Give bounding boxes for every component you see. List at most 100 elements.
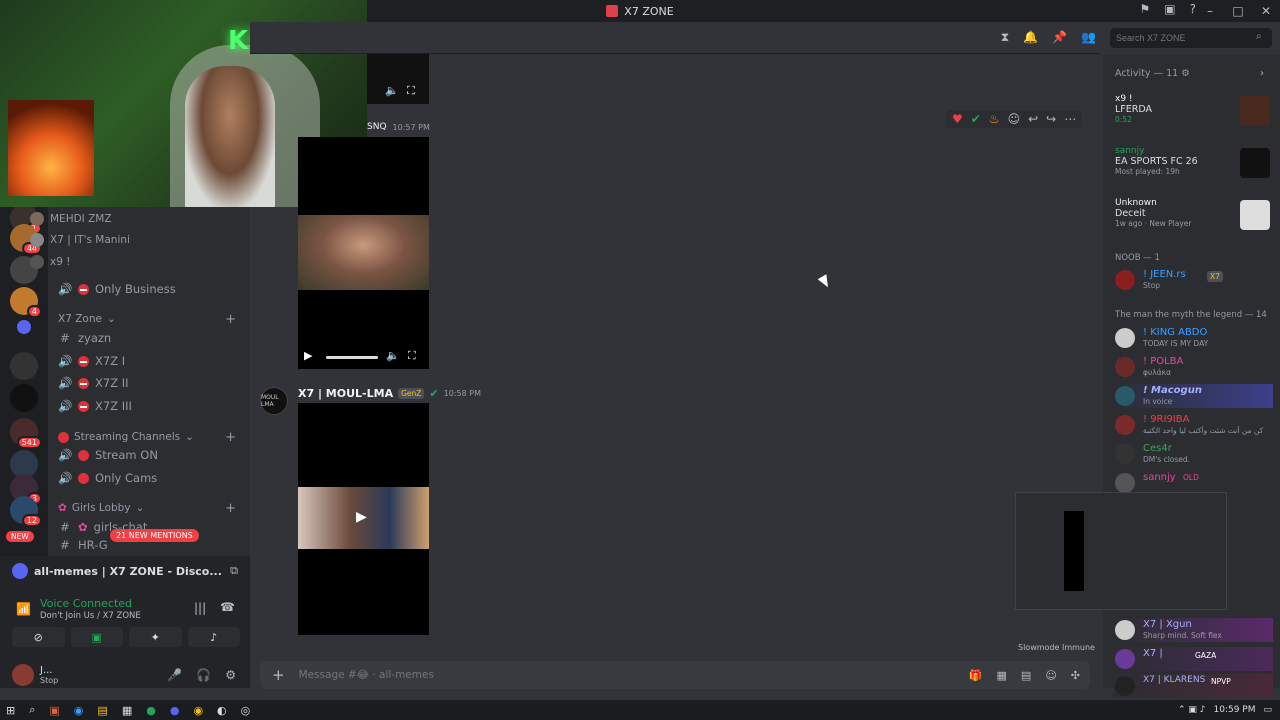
new-mentions-badge[interactable]: 21 NEW MENTIONS (110, 529, 199, 542)
tray-icons[interactable]: ⌃ ▣ ♪ (1178, 705, 1206, 715)
folder-icon[interactable] (17, 320, 31, 334)
obs-icon[interactable]: ◎ (241, 704, 251, 717)
camera-off-icon[interactable]: ⊘ (12, 627, 65, 647)
voice-user[interactable]: X7 | IT's Manini (30, 231, 130, 249)
edge-icon[interactable]: ◉ (74, 704, 84, 717)
server-icon[interactable] (10, 352, 38, 380)
threads-icon[interactable]: ⧗ (1001, 30, 1009, 45)
activity-card[interactable]: x9 ! LFERDA 0:52 (1115, 94, 1270, 130)
play-icon[interactable]: ▶ (304, 349, 312, 362)
close-button[interactable]: ✕ (1252, 4, 1280, 18)
steam-icon[interactable]: ◐ (217, 704, 227, 717)
members-icon[interactable]: 👥 (1081, 30, 1096, 45)
search-icon[interactable]: ⌕ (29, 703, 35, 717)
channel-x7z-2[interactable]: 🔊 X7Z II (58, 373, 244, 393)
add-reaction-icon[interactable]: ☺ (1008, 112, 1021, 126)
gif-icon[interactable]: ▦ (997, 669, 1007, 682)
minimize-button[interactable]: – (1196, 4, 1224, 18)
fire-reaction-icon[interactable]: ♨ (989, 112, 1000, 126)
forward-icon[interactable]: ↪ (1046, 112, 1056, 126)
popout-icon[interactable]: ⧉ (230, 564, 238, 578)
member-item[interactable]: X7 | KLARENS NPVP (1113, 674, 1273, 698)
member-item[interactable]: X7 | Xgun Sharp mind. Soft flex (1113, 618, 1273, 642)
member-item[interactable]: ! POLBA φυλάκα (1113, 355, 1273, 379)
heart-reaction-icon[interactable]: ♥ (952, 112, 963, 126)
noise-icon[interactable]: ||| (194, 601, 206, 615)
screen-icon[interactable]: ▣ (1164, 2, 1175, 16)
channel-x7z-1[interactable]: 🔊 X7Z I (58, 351, 244, 371)
volume-slider[interactable] (326, 356, 378, 359)
voice-channel-name[interactable]: Don't Join Us / X7 ZONE (40, 611, 141, 621)
channel-x7z-3[interactable]: 🔊 X7Z III (58, 396, 244, 416)
add-channel-icon[interactable]: + (225, 430, 236, 445)
apps-icon[interactable]: ✣ (1071, 669, 1080, 682)
server-icon[interactable] (10, 384, 38, 412)
activity-row[interactable]: all-memes | X7 ZONE - Disco... ⧉ (12, 562, 238, 580)
windows-start-icon[interactable]: ⊞ (6, 704, 15, 717)
spotify-icon[interactable]: ● (146, 704, 156, 717)
member-item[interactable]: Ces4r DM's closed. (1113, 442, 1273, 466)
message-input[interactable] (298, 669, 799, 681)
file-explorer-icon[interactable]: ▤ (97, 704, 107, 717)
voice-user[interactable]: MEHDI ZMZ (30, 210, 112, 228)
app-icon[interactable]: ▣ (49, 704, 59, 717)
mic-icon[interactable]: 🎤 (167, 668, 182, 682)
category-girls-lobby[interactable]: ✿ Girls Lobby ⌄ + (58, 500, 244, 516)
emoji-icon[interactable]: ☺ (1045, 669, 1056, 682)
gift-icon[interactable]: 🎁 (969, 669, 983, 682)
member-item[interactable]: ! JEEN.rs X7 Stop (1113, 268, 1273, 292)
server-icon[interactable]: 4 (10, 287, 42, 318)
bell-icon[interactable]: 🔔 (1023, 30, 1038, 45)
search-input[interactable] (1110, 28, 1272, 48)
fullscreen-icon[interactable]: ⛶ (408, 349, 416, 363)
server-icon[interactable]: 541 (10, 418, 42, 449)
avatar[interactable]: MOUL LMA (260, 387, 288, 415)
channel-only-cams[interactable]: 🔊 Only Cams (58, 468, 244, 488)
add-channel-icon[interactable]: + (225, 501, 236, 516)
add-channel-icon[interactable]: + (225, 312, 236, 327)
notification-icon[interactable]: ▭ (1263, 705, 1272, 715)
play-icon[interactable]: ▶ (356, 509, 367, 525)
chrome-icon[interactable]: ◉ (193, 704, 203, 717)
more-icon[interactable]: ⋯ (1064, 112, 1076, 126)
voice-user[interactable]: x9 ! (30, 253, 70, 271)
screen-share-icon[interactable]: ▣ (70, 627, 123, 647)
store-icon[interactable]: ▦ (122, 704, 132, 717)
chevron-right-icon[interactable]: › (1260, 68, 1264, 79)
category-streaming[interactable]: Streaming Channels ⌄ + (58, 429, 244, 445)
member-item[interactable]: ! Macogun In voice (1113, 384, 1273, 408)
soundboard-icon[interactable]: ♪ (187, 627, 240, 647)
video-embed[interactable]: 🔈 ⛶ (367, 54, 429, 104)
user-info[interactable]: J... Stop (40, 665, 58, 685)
channel-zyazn[interactable]: # zyazn (58, 328, 244, 348)
fullscreen-icon[interactable]: ⛶ (407, 84, 415, 98)
signal-icon[interactable]: 📶 (16, 602, 31, 616)
activities-icon[interactable]: ✦ (129, 627, 182, 647)
screen-share-preview[interactable] (1015, 492, 1227, 610)
new-badge[interactable]: NEW (6, 531, 34, 542)
channel-only-business[interactable]: 🔊 Only Business (58, 279, 244, 299)
gear-icon[interactable]: ⚙ (1181, 68, 1190, 79)
headphones-icon[interactable]: 🎧 (196, 668, 211, 682)
avatar[interactable] (12, 664, 34, 686)
volume-icon[interactable]: 🔈 (385, 84, 399, 97)
member-item[interactable]: X7 | GAZA (1113, 647, 1273, 671)
maximize-button[interactable]: □ (1224, 4, 1252, 18)
channel-stream-on[interactable]: 🔊 Stream ON (58, 445, 244, 465)
add-attachment-icon[interactable]: + (272, 666, 285, 684)
discord-icon[interactable]: ● (170, 704, 180, 717)
reply-icon[interactable]: ↩ (1028, 112, 1038, 126)
member-item[interactable]: ! KING ABDO TODAY IS MY DAY (1113, 326, 1273, 350)
video-embed[interactable]: ▶ (298, 403, 429, 635)
activity-card[interactable]: sannjy EA SPORTS FC 26 Most played: 19h (1115, 146, 1270, 182)
category-x7zone[interactable]: X7 Zone ⌄ + (58, 311, 244, 327)
gear-icon[interactable]: ⚙ (225, 668, 236, 682)
member-item[interactable]: ! 9RI9IBA كن من أنت شئت وأكتب ليا واحد ال… (1113, 413, 1273, 437)
video-embed[interactable]: ▶ 🔈 ⛶ (298, 137, 429, 369)
clock[interactable]: 10:59 PM (1213, 705, 1255, 715)
activity-card[interactable]: Unknown Deceit 1w ago · New Player (1115, 198, 1270, 234)
pin-icon[interactable]: 📌 (1052, 30, 1067, 45)
sticker-icon[interactable]: ▤ (1021, 669, 1031, 682)
disconnect-icon[interactable]: ☎ (220, 600, 235, 614)
inbox-icon[interactable]: ⚑ (1140, 2, 1151, 16)
